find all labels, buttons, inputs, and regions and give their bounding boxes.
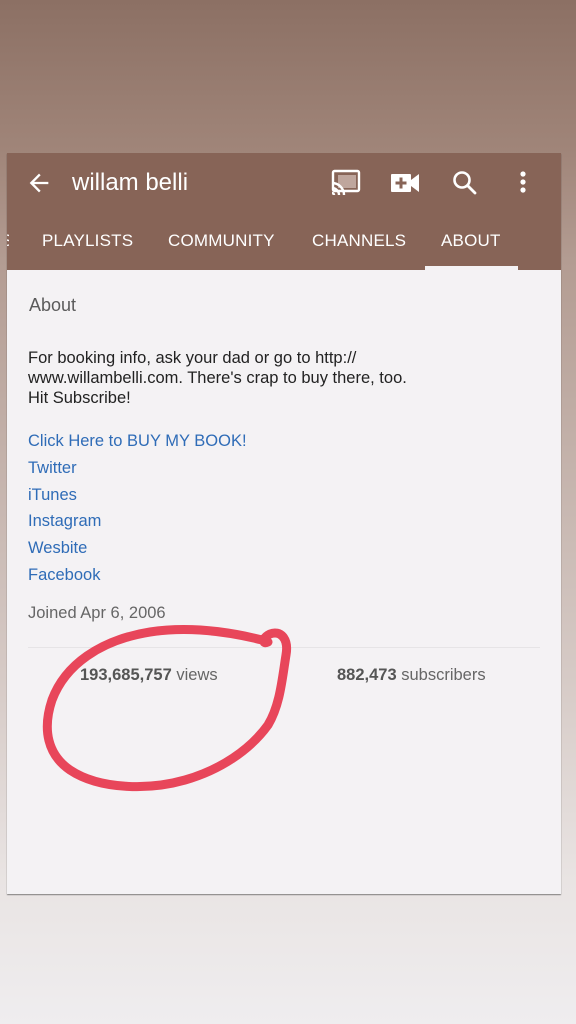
link-facebook[interactable]: Facebook [28,562,247,589]
video-add-icon [391,174,419,192]
description-line: Hit Subscribe! [28,389,131,407]
link-buy-book[interactable]: Click Here to BUY MY BOOK! [28,428,247,455]
channel-title: willam belli [72,169,189,196]
link-website[interactable]: Wesbite [28,535,247,562]
subscribers-label: subscribers [396,666,486,684]
views-label: views [171,666,218,684]
channel-links: Click Here to BUY MY BOOK! Twitter iTune… [28,428,247,589]
cast-button[interactable] [329,167,363,199]
back-button[interactable] [25,169,53,197]
upload-video-button[interactable] [388,167,422,199]
more-options-button[interactable] [506,167,540,199]
subscribers-stat: 882,473 subscribers [337,666,486,685]
app-bar: willam belli PLAYLISTS COMMUNITY CHANNEL… [7,153,561,270]
description-line: www.willambelli.com. There's crap to buy… [28,369,407,387]
channel-description: For booking info, ask your dad or go to … [28,348,528,408]
tab-about[interactable]: ABOUT [441,223,501,270]
tab-videos-partial[interactable]: S [7,223,9,270]
search-button[interactable] [448,167,482,199]
joined-date: Joined Apr 6, 2006 [28,604,166,622]
more-vertical-icon [520,171,526,193]
tab-channels[interactable]: CHANNELS [312,223,406,270]
about-content: About For booking info, ask your dad or … [7,270,561,894]
views-stat: 193,685,757 views [80,666,218,685]
description-line: For booking info, ask your dad or go to … [28,349,357,367]
link-itunes[interactable]: iTunes [28,482,247,509]
subscribers-count: 882,473 [337,666,397,684]
arrow-left-icon [29,173,49,193]
cast-icon [331,169,361,196]
tab-community[interactable]: COMMUNITY [168,223,275,270]
section-title: About [29,295,77,315]
divider [28,647,540,648]
tab-bar: S PLAYLISTS COMMUNITY CHANNELS ABOUT [7,223,561,270]
tab-playlists[interactable]: PLAYLISTS [42,223,133,270]
search-icon [453,171,477,195]
channel-card: willam belli PLAYLISTS COMMUNITY CHANNEL… [7,153,561,894]
link-instagram[interactable]: Instagram [28,508,247,535]
views-count: 193,685,757 [80,666,172,684]
link-twitter[interactable]: Twitter [28,455,247,482]
